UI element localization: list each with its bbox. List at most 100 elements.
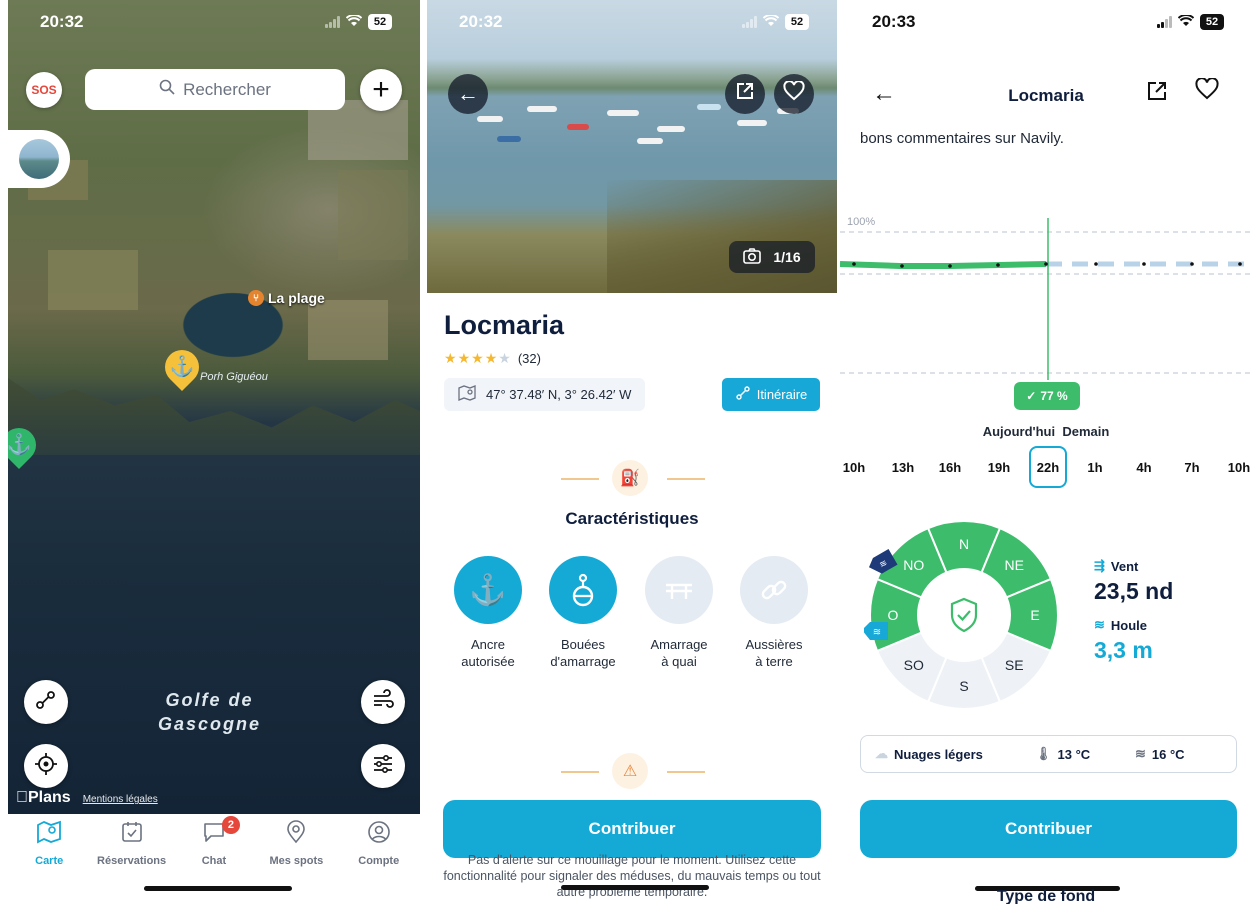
thermometer-icon: 🌡 bbox=[1035, 746, 1052, 761]
photo-counter-label: 1/16 bbox=[773, 249, 801, 265]
share-icon[interactable] bbox=[1146, 80, 1168, 108]
hour-option[interactable]: 13h bbox=[884, 446, 922, 488]
feature-shore-lines: Aussières à terre bbox=[729, 556, 819, 670]
safety-badge: ✓ 77 % bbox=[1014, 382, 1080, 410]
search-icon bbox=[159, 79, 175, 100]
camera-icon bbox=[743, 247, 762, 267]
search-bar[interactable]: Rechercher bbox=[85, 69, 345, 110]
foreground-grass bbox=[607, 180, 837, 293]
safety-chart[interactable] bbox=[840, 210, 1252, 380]
legal-link[interactable]: Mentions légales bbox=[83, 794, 158, 805]
divider bbox=[667, 771, 705, 773]
divider bbox=[561, 478, 599, 480]
contribute-button[interactable]: Contribuer bbox=[860, 800, 1237, 858]
rating[interactable]: ★ ★ ★ ★ ★ (32) bbox=[444, 350, 541, 367]
map-field bbox=[338, 170, 408, 260]
fork-knife-icon: ⑂ bbox=[248, 290, 264, 306]
hour-selector: 10h 13h 16h 19h 22h 1h 4h 7h 10h bbox=[840, 446, 1252, 488]
wifi-icon bbox=[1177, 14, 1195, 30]
wave-icon: ≋ bbox=[1135, 746, 1146, 761]
contribute-button[interactable]: Contribuer bbox=[443, 800, 821, 858]
tab-label: Compte bbox=[358, 855, 400, 867]
anchorage-pin-selected[interactable]: ⚓ bbox=[157, 342, 207, 394]
hour-option[interactable]: 19h bbox=[980, 446, 1018, 488]
sea-label: Golfe de Gascogne bbox=[158, 690, 262, 734]
calendar-check-icon bbox=[120, 820, 144, 849]
compass-label: N bbox=[959, 536, 969, 552]
divider bbox=[667, 478, 705, 480]
locate-me-button[interactable] bbox=[24, 744, 68, 788]
conditions-summary: ⇶ Vent 23,5 nd ≋ Houle 3,3 m bbox=[1094, 558, 1173, 676]
tab-compte[interactable]: Compte bbox=[339, 820, 419, 904]
arrow-left-icon: ← bbox=[457, 81, 479, 106]
wind-compass-rose[interactable]: NNEESESSOONO ≋ ≋ bbox=[864, 515, 1064, 715]
map-field bbox=[48, 250, 138, 310]
maps-attribution: Plans Mentions légales bbox=[16, 789, 158, 807]
battery-icon: 52 bbox=[785, 14, 809, 30]
tab-carte[interactable]: Carte bbox=[9, 820, 89, 904]
compass-label: O bbox=[888, 607, 899, 623]
map-field bbox=[308, 300, 388, 360]
status-icons: 52 bbox=[742, 14, 809, 30]
wave-icon: ≋ bbox=[1094, 617, 1105, 632]
day-tomorrow: Demain bbox=[1062, 424, 1110, 439]
crosshair-icon bbox=[34, 752, 58, 781]
itinerary-button[interactable]: Itinéraire bbox=[722, 378, 820, 411]
coordinates-chip[interactable]: 47° 37.48′ N, 3° 26.42′ W bbox=[444, 378, 646, 411]
itinerary-label: Itinéraire bbox=[756, 387, 808, 402]
poi-restaurant[interactable]: ⑂ La plage bbox=[248, 290, 325, 306]
page-title: Locmaria bbox=[1008, 86, 1084, 105]
filters-button[interactable] bbox=[361, 744, 405, 788]
add-spot-button[interactable]: + bbox=[360, 69, 402, 111]
tab-label: Carte bbox=[35, 855, 64, 867]
tab-chat[interactable]: 2 Chat bbox=[174, 816, 254, 904]
compass-label: E bbox=[1030, 607, 1039, 623]
photo-counter[interactable]: 1/16 bbox=[729, 241, 815, 273]
account-icon bbox=[367, 820, 391, 849]
search-placeholder: Rechercher bbox=[183, 79, 271, 99]
sos-button[interactable]: SOS bbox=[26, 72, 62, 108]
hour-option-selected[interactable]: 22h bbox=[1029, 446, 1067, 488]
cloud-icon: ☁ bbox=[875, 746, 888, 761]
status-bar: 20:32 52 bbox=[427, 0, 837, 44]
chat-badge: 2 bbox=[221, 816, 240, 834]
coastline bbox=[8, 378, 420, 455]
wind-label: ⇶ Vent bbox=[1094, 558, 1139, 574]
heart-icon[interactable] bbox=[1195, 77, 1219, 107]
wind-value: 23,5 nd bbox=[1094, 578, 1174, 604]
route-button[interactable] bbox=[24, 680, 68, 724]
tab-mes-spots[interactable]: Mes spots bbox=[256, 820, 336, 904]
star-icon: ★ bbox=[471, 350, 484, 366]
map-pin-icon bbox=[458, 385, 476, 404]
hour-option[interactable]: 10h bbox=[1220, 446, 1252, 488]
warning-icon: ⚠ bbox=[612, 753, 648, 789]
hour-option[interactable]: 7h bbox=[1173, 446, 1211, 488]
signal-icon bbox=[1157, 16, 1172, 28]
wind-layer-button[interactable] bbox=[361, 680, 405, 724]
feature-label: Ancre autorisée bbox=[461, 637, 515, 669]
favorite-button[interactable] bbox=[774, 74, 814, 114]
star-icon: ★ bbox=[484, 350, 498, 366]
hour-option[interactable]: 4h bbox=[1125, 446, 1163, 488]
anchorage-pin[interactable]: ⚓ bbox=[8, 420, 44, 472]
shore-line-icon bbox=[740, 556, 808, 624]
rating-count: (32) bbox=[517, 351, 541, 366]
spot-description: bons commentaires sur Navily. bbox=[860, 130, 1064, 147]
back-button[interactable]: ← bbox=[448, 74, 488, 114]
share-button[interactable] bbox=[725, 74, 765, 114]
hour-option[interactable]: 16h bbox=[931, 446, 969, 488]
share-icon bbox=[735, 81, 755, 107]
hour-option[interactable]: 1h bbox=[1076, 446, 1114, 488]
no-alert-message: Pas d'alerte sur ce mouillage pour le mo… bbox=[443, 853, 821, 899]
day-labels: Aujourd'hui Demain bbox=[840, 424, 1252, 439]
star-icon: ★ bbox=[444, 350, 457, 366]
tab-reservations[interactable]: Réservations bbox=[92, 820, 172, 904]
star-half-icon: ★ bbox=[498, 350, 511, 366]
hour-option[interactable]: 10h bbox=[840, 446, 873, 488]
feature-label: Aussières à terre bbox=[745, 637, 803, 669]
swell-value: 3,3 m bbox=[1094, 637, 1153, 663]
mooring-buoy-icon: ⛽ bbox=[612, 460, 648, 496]
spot-thumbnail-tab[interactable] bbox=[8, 130, 70, 188]
spot-thumbnail-image bbox=[19, 139, 59, 179]
map-icon bbox=[36, 820, 62, 849]
